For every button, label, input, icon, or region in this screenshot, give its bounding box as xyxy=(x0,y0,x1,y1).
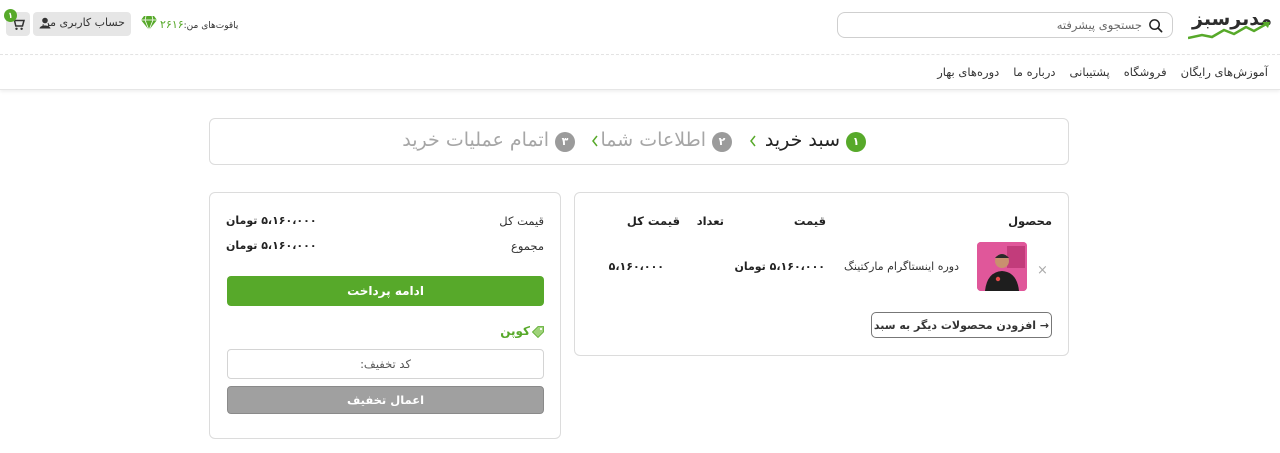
coupon-heading: کوپن xyxy=(500,324,544,338)
cart-count-badge: ۱ xyxy=(4,9,17,22)
person-image-icon xyxy=(977,242,1027,291)
step-finish: ۳ اتمام عملیات خرید xyxy=(395,129,575,155)
search-box[interactable] xyxy=(837,12,1173,38)
remove-item-icon[interactable]: × xyxy=(1037,263,1048,278)
column-header-price: قیمت xyxy=(793,214,826,228)
gems-value: ۲۶۱۶ xyxy=(160,18,184,31)
chevron-left-icon xyxy=(592,135,598,147)
column-header-quantity: تعداد xyxy=(696,214,724,228)
step-number: ۱ xyxy=(846,132,866,152)
subtotal-value: ۵،۱۶۰،۰۰۰ تومان xyxy=(226,214,317,227)
nav-item-support[interactable]: پشتیبانی xyxy=(1070,65,1110,79)
gem-icon xyxy=(141,16,157,30)
cart-button[interactable]: ۱ xyxy=(4,9,30,36)
step-label: اتمام عملیات خرید xyxy=(402,129,549,151)
search-icon[interactable] xyxy=(1148,18,1163,33)
step-label: سبد خرید xyxy=(764,129,840,151)
column-header-product: محصول xyxy=(1008,214,1052,228)
product-thumbnail[interactable] xyxy=(977,242,1027,291)
continue-payment-button[interactable]: ادامه پرداخت xyxy=(227,276,544,306)
chevron-left-icon xyxy=(750,135,756,147)
product-price: ۵،۱۶۰،۰۰۰ تومان xyxy=(734,260,825,273)
subtotal-label: قیمت کل xyxy=(499,214,544,228)
gems-label: یاقوت‌های من:۲۶۱۶ xyxy=(160,18,239,31)
nav-items: آموزش‌های رایگان فروشگاه پشتیبانی درباره… xyxy=(923,65,1268,79)
column-header-total: قیمت کل xyxy=(626,214,680,228)
main-nav: آموزش‌های رایگان فروشگاه پشتیبانی درباره… xyxy=(0,56,1280,90)
tag-icon xyxy=(532,325,544,338)
add-more-products-button[interactable]: → افزودن محصولات دیگر به سبد xyxy=(871,312,1052,338)
total-value: ۵،۱۶۰،۰۰۰ تومان xyxy=(226,239,317,252)
apply-coupon-button[interactable]: اعمال تخفیف xyxy=(227,386,544,414)
account-label: حساب کاربری من xyxy=(41,16,125,29)
total-label: مجموع xyxy=(510,239,544,253)
step-number: ۲ xyxy=(712,132,732,152)
product-name[interactable]: دوره اینستاگرام مارکتینگ xyxy=(844,260,959,273)
cart-totals: قیمت کل ۵،۱۶۰،۰۰۰ تومان مجموع ۵،۱۶۰،۰۰۰ … xyxy=(209,192,561,439)
logo-chart-icon xyxy=(1188,22,1270,40)
step-number: ۳ xyxy=(555,132,575,152)
step-cart: ۱ سبد خرید xyxy=(746,129,866,155)
cart-table: محصول قیمت تعداد قیمت کل × دوره اینستاگر… xyxy=(574,192,1069,356)
coupon-code-input[interactable] xyxy=(227,349,544,379)
site-header: مدیرسبز ۱ حساب کاربری من xyxy=(0,0,1280,55)
nav-item-shop[interactable]: فروشگاه xyxy=(1124,65,1167,79)
product-line-total: ۵،۱۶۰،۰۰۰ xyxy=(608,260,664,273)
account-button[interactable]: حساب کاربری من xyxy=(33,12,131,36)
nav-item-spring-courses[interactable]: دوره‌های بهار xyxy=(937,65,999,79)
search-input[interactable] xyxy=(852,16,1142,34)
step-info: ۲ اطلاعات شما xyxy=(592,129,732,155)
coupon-title: کوپن xyxy=(500,324,530,338)
step-label: اطلاعات شما xyxy=(600,129,706,151)
site-logo[interactable]: مدیرسبز xyxy=(1188,8,1272,40)
nav-item-about[interactable]: درباره ما xyxy=(1013,65,1055,79)
nav-item-free-courses[interactable]: آموزش‌های رایگان xyxy=(1181,65,1268,79)
checkout-steps: ۱ سبد خرید ۲ اطلاعات شما ۳ اتمام عملیات … xyxy=(209,118,1069,165)
